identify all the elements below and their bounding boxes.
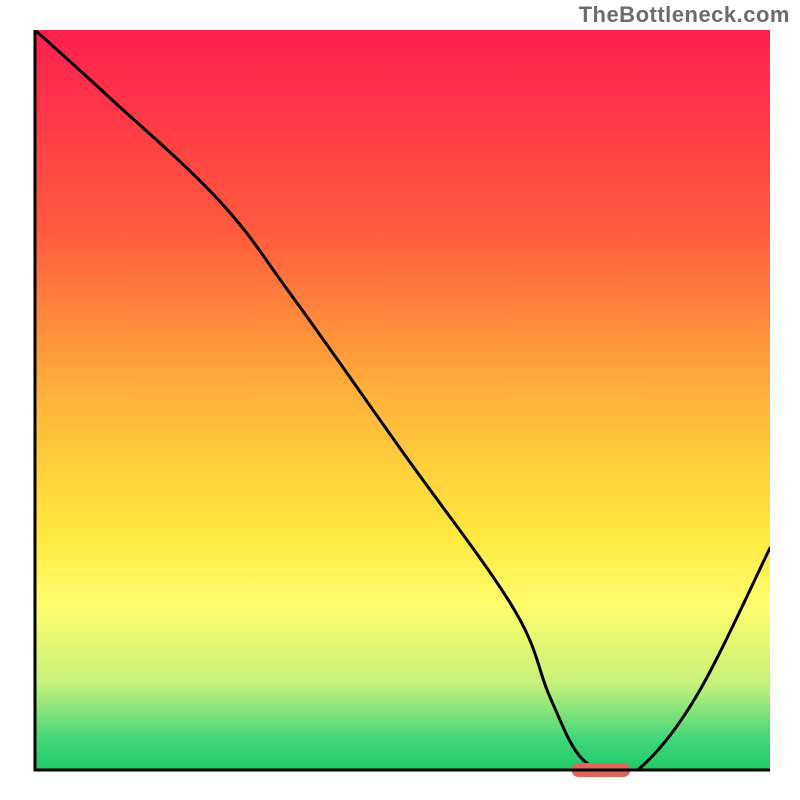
chart-container: TheBottleneck.com	[0, 0, 800, 800]
bottleneck-chart	[0, 0, 800, 800]
watermark-text: TheBottleneck.com	[579, 2, 790, 28]
plot-background	[35, 30, 770, 770]
